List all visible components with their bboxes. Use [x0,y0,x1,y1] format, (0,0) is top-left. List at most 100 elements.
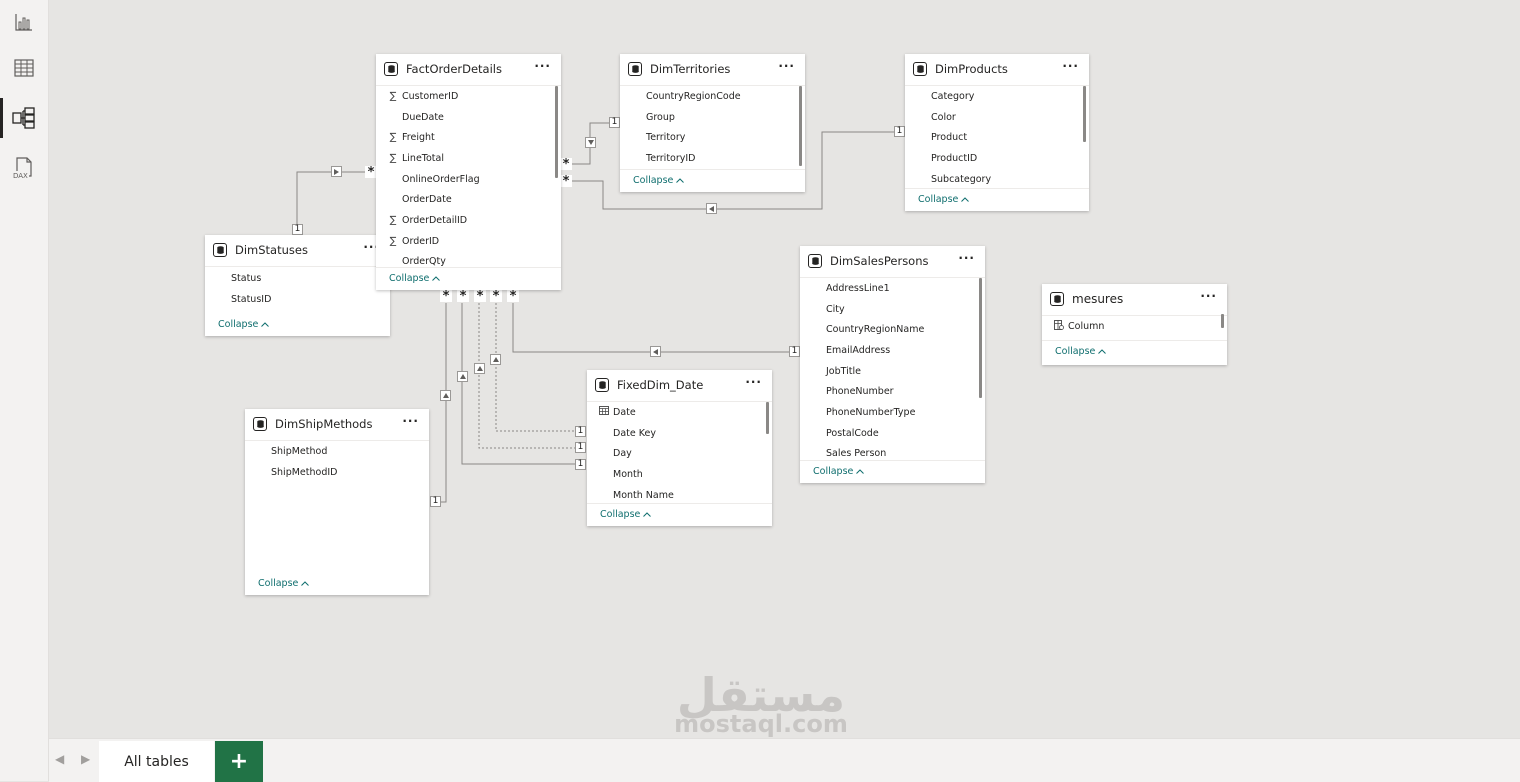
more-options-button[interactable]: ··· [1062,59,1079,73]
field-row[interactable]: DueDate [376,107,561,128]
field-list: ∑ CustomerID DueDate ∑ Freight ∑ LineTotal … [376,86,561,268]
field-row[interactable]: StatusID [205,289,390,310]
field-row[interactable]: Category [905,86,1089,107]
table-header[interactable]: FactOrderDetails ··· [376,54,561,86]
more-options-button[interactable]: ··· [958,251,975,265]
scrollbar[interactable] [555,86,558,178]
field-row[interactable]: CountryRegionCode [620,86,805,107]
table-header[interactable]: DimTerritories ··· [620,54,805,86]
collapse-button[interactable]: Collapse [600,509,652,520]
collapse-button[interactable]: Collapse [389,273,441,284]
field-row[interactable]: Territory [620,127,805,148]
tab-all-tables[interactable]: All tables [99,741,214,782]
model-view-button[interactable] [0,96,48,140]
field-row[interactable]: Status [205,268,390,289]
collapse-button[interactable]: Collapse [1055,346,1107,357]
table-card-dim-products[interactable]: DimProducts ··· Category Color Product P… [905,54,1089,211]
collapse-button[interactable]: Collapse [218,319,270,330]
table-header[interactable]: DimProducts ··· [905,54,1089,86]
field-row[interactable]: ShipMethod [245,441,429,462]
field-row[interactable]: OrderQty [376,252,561,269]
collapse-button[interactable]: Collapse [918,194,970,205]
field-row[interactable]: Sales Person [800,444,985,462]
table-card-dim-territories[interactable]: DimTerritories ··· CountryRegionCode Gro… [620,54,805,192]
table-header[interactable]: mesures ··· [1042,284,1227,316]
scrollbar[interactable] [1221,314,1224,328]
field-row[interactable]: PostalCode [800,423,985,444]
layout-tab-bar: ◀ ▶ All tables + [49,738,1520,782]
dax-label: DAX [13,172,28,180]
field-name: Day [613,448,632,460]
table-header[interactable]: FixedDim_Date ··· [587,370,772,402]
table-header[interactable]: DimSalesPersons ··· [800,246,985,278]
field-row[interactable]: ∑ OrderDetailID [376,210,561,231]
table-footer: Collapse [800,460,985,483]
more-options-button[interactable]: ··· [402,414,419,428]
field-row[interactable]: EmailAddress [800,340,985,361]
field-row[interactable]: ShipMethodID [245,462,429,483]
field-row[interactable]: OrderDate [376,189,561,210]
scrollbar[interactable] [979,278,982,398]
more-options-button[interactable]: ··· [745,375,762,389]
field-name: ProductID [931,152,978,164]
collapse-button[interactable]: Collapse [633,175,685,186]
field-name: Column [1068,320,1105,332]
field-row[interactable]: Month Name [587,485,772,504]
field-row[interactable]: Month [587,464,772,485]
table-header[interactable]: DimStatuses ··· [205,235,390,267]
collapse-label: Collapse [633,175,674,186]
field-row[interactable]: TerritoryID [620,148,805,169]
field-row[interactable]: JobTitle [800,361,985,382]
table-view-button[interactable] [0,46,48,90]
table-title: FixedDim_Date [617,378,704,392]
table-card-dim-ship-methods[interactable]: DimShipMethods ··· ShipMethod ShipMethod… [245,409,429,595]
scrollbar[interactable] [1083,86,1086,142]
sigma-icon: ∑ [389,90,397,102]
table-header[interactable]: DimShipMethods ··· [245,409,429,441]
field-list: Column [1042,316,1227,338]
scroll-left-button[interactable]: ◀ [55,752,64,766]
field-row[interactable]: ∑ CustomerID [376,86,561,107]
dax-query-view-button[interactable]: DAX [0,146,48,190]
table-card-fixed-dim-date[interactable]: FixedDim_Date ··· Date Date Key Day Mont… [587,370,772,526]
field-row[interactable]: Date [587,402,772,423]
field-row[interactable]: AddressLine1 [800,278,985,299]
table-card-dim-sales-persons[interactable]: DimSalesPersons ··· AddressLine1 City Co… [800,246,985,483]
chevron-up-icon [676,178,685,183]
field-row[interactable]: Date Key [587,423,772,444]
filter-direction-arrow [490,354,501,365]
field-row[interactable]: ∑ LineTotal [376,148,561,169]
field-row[interactable]: PhoneNumberType [800,402,985,423]
table-card-fact-order-details[interactable]: FactOrderDetails ··· ∑ CustomerID DueDate… [376,54,561,290]
add-layout-button[interactable]: + [215,741,263,782]
field-row[interactable]: City [800,299,985,320]
filter-direction-arrow [457,371,468,382]
field-row[interactable]: Group [620,107,805,128]
chevron-up-icon [961,197,970,202]
collapse-button[interactable]: Collapse [813,466,865,477]
model-canvas[interactable]: 1 * * 1 * 1 * * * * * 1 1 1 1 1 DimStatu… [49,0,1520,738]
field-row[interactable]: ∑ Freight [376,127,561,148]
field-row[interactable]: Subcategory [905,169,1089,189]
field-row[interactable]: Product [905,127,1089,148]
field-row[interactable]: CountryRegionName [800,319,985,340]
more-options-button[interactable]: ··· [1200,289,1217,303]
scroll-right-button[interactable]: ▶ [81,752,90,766]
field-row[interactable]: Color [905,107,1089,128]
field-row[interactable]: ProductID [905,148,1089,169]
field-row[interactable]: ∑ OrderID [376,231,561,252]
table-footer: Collapse [245,573,429,595]
field-row[interactable]: PhoneNumber [800,381,985,402]
chevron-up-icon [301,581,310,586]
table-card-mesures[interactable]: mesures ··· Column Collapse [1042,284,1227,365]
collapse-button[interactable]: Collapse [258,578,310,589]
report-view-button[interactable] [0,0,48,44]
field-row[interactable]: Column [1042,316,1227,337]
table-card-dim-statuses[interactable]: DimStatuses ··· Status StatusID Collapse [205,235,390,336]
field-row[interactable]: OnlineOrderFlag [376,169,561,190]
scrollbar[interactable] [799,86,802,166]
field-row[interactable]: Day [587,443,772,464]
more-options-button[interactable]: ··· [778,59,795,73]
more-options-button[interactable]: ··· [534,59,551,73]
scrollbar[interactable] [766,402,769,434]
